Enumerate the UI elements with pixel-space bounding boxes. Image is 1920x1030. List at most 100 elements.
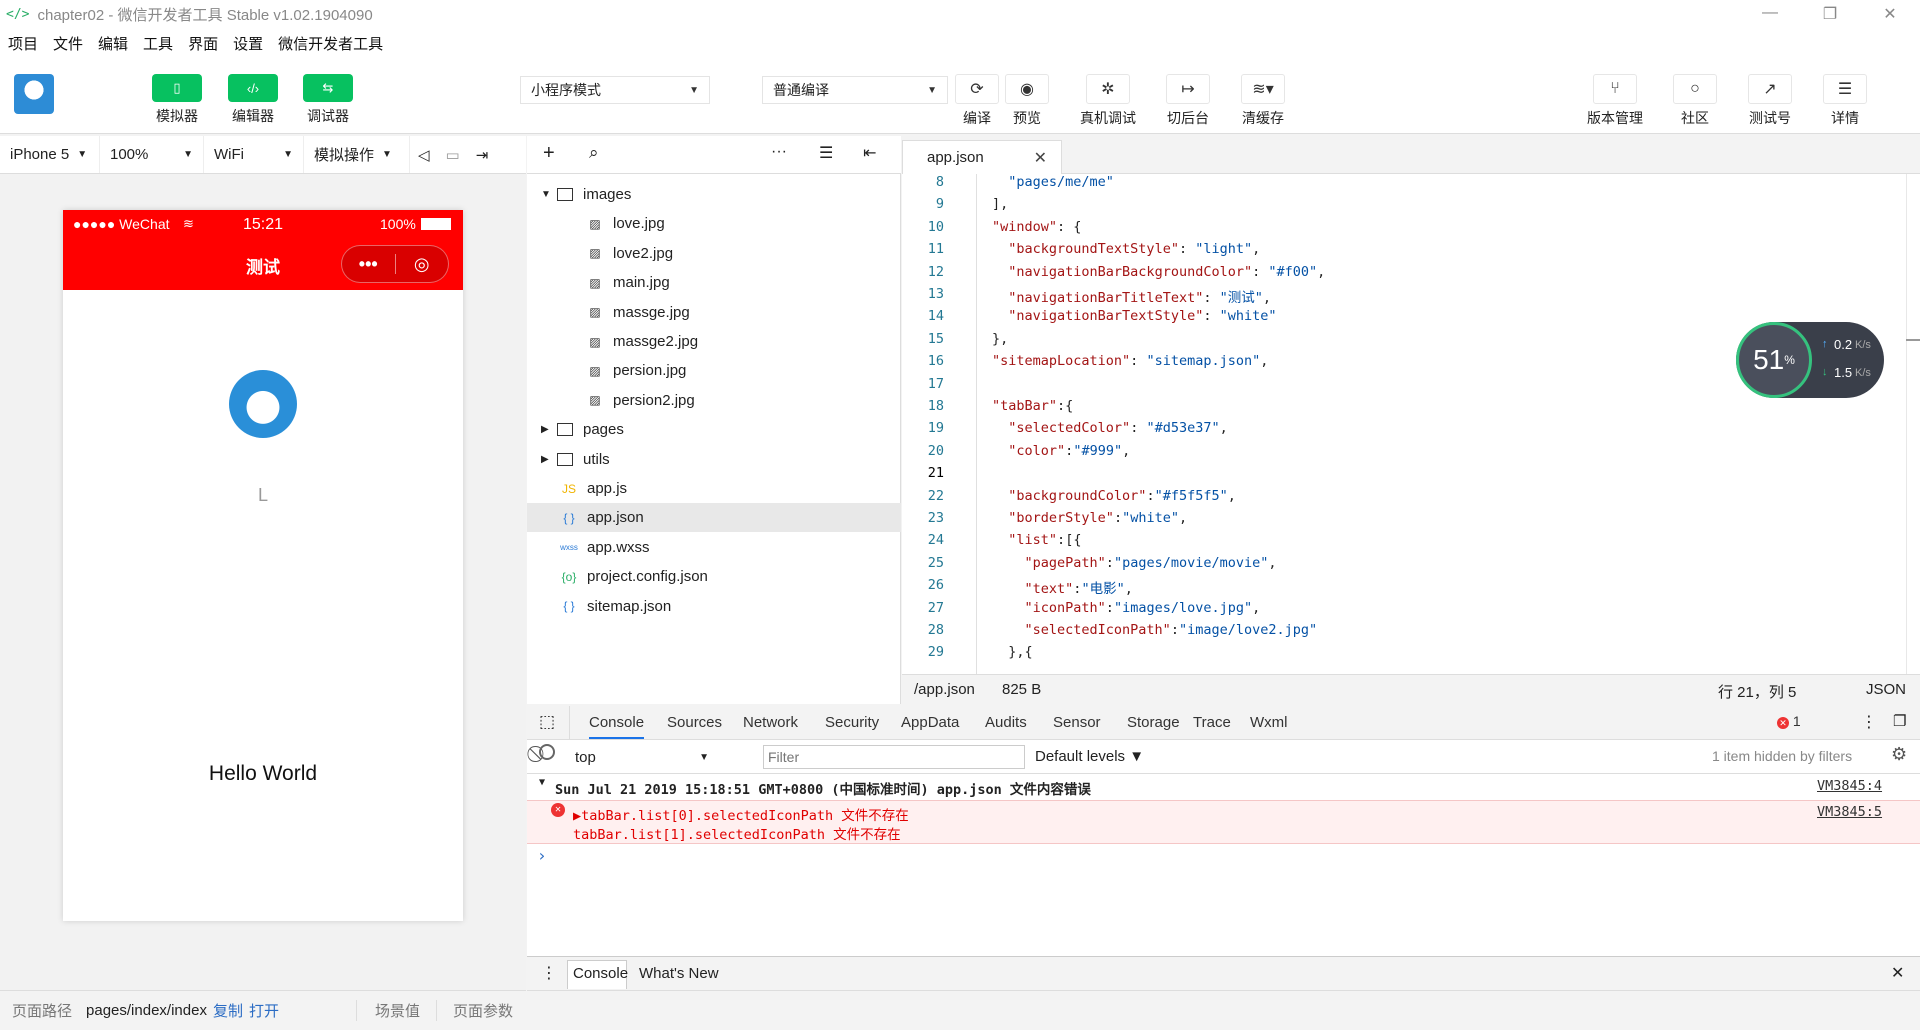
context-select[interactable]: top ▼ xyxy=(575,744,709,770)
menu-view[interactable]: 界面 xyxy=(188,33,218,54)
simulate-ops-select[interactable]: 模拟操作 ▼ xyxy=(304,136,410,173)
tree-item[interactable]: ▨ love.jpg xyxy=(527,209,901,238)
close-icon[interactable]: ✕ xyxy=(1034,148,1047,168)
simulator-toggle[interactable]: ▯ 模拟器 xyxy=(142,74,212,126)
background-button[interactable]: ↦ 切后台 xyxy=(1153,74,1223,128)
devtools-tab-trace[interactable]: Trace xyxy=(1193,714,1231,731)
clear-cache-button[interactable]: ≋▾ 清缓存 xyxy=(1228,74,1298,128)
community-button[interactable]: ○ 社区 xyxy=(1660,74,1730,128)
chevron-down-icon: ▼ xyxy=(77,149,88,160)
tree-item[interactable]: ▨ persion2.jpg xyxy=(527,386,901,415)
tree-item[interactable]: {o} project.config.json xyxy=(527,562,901,591)
menu-project[interactable]: 项目 xyxy=(8,33,38,54)
expand-triangle-icon[interactable]: ▼ xyxy=(539,777,545,788)
tree-item[interactable]: ▶ pages xyxy=(527,415,901,444)
close-button[interactable]: ✕ xyxy=(1860,4,1920,24)
devtools-tab-appdata[interactable]: AppData xyxy=(901,714,959,731)
editor-toggle[interactable]: ‹/› 编辑器 xyxy=(218,74,288,126)
console-output[interactable]: ▼ Sun Jul 21 2019 15:18:51 GMT+0800 (中国标… xyxy=(527,774,1920,956)
window-icon[interactable]: ▭ xyxy=(438,136,468,173)
version-button[interactable]: ⑂ 版本管理 xyxy=(1580,74,1650,128)
code-editor[interactable]: 8 "pages/me/me" 9], 10 "window": {11 "backg… xyxy=(902,174,1920,674)
more-icon[interactable]: ··· xyxy=(771,143,787,161)
maximize-button[interactable]: ❐ xyxy=(1800,4,1860,24)
zoom-select[interactable]: 100% ▼ xyxy=(100,136,204,173)
close-target-icon[interactable]: ◎ xyxy=(396,254,449,275)
tree-item[interactable]: ▨ massge.jpg xyxy=(527,298,901,327)
error-count-badge[interactable]: ✕ 1 xyxy=(1777,713,1801,729)
device-select[interactable]: iPhone 5 ▼ xyxy=(0,136,100,173)
add-icon[interactable]: + xyxy=(543,142,555,165)
code-line: 21 xyxy=(902,465,1920,487)
tree-item[interactable]: ▶ utils xyxy=(527,445,901,474)
sidebar-toggle-icon[interactable]: ⇤ xyxy=(863,143,876,163)
debug-switch-icon: ⇆ xyxy=(303,74,353,102)
scene-button[interactable]: 场景值 xyxy=(356,1000,420,1021)
menu-edit[interactable]: 编辑 xyxy=(98,33,128,54)
chevron-down-icon: ▼ xyxy=(183,149,193,160)
devtools-tab-security[interactable]: Security xyxy=(825,714,879,731)
minimize-button[interactable]: — xyxy=(1740,4,1800,24)
drawer-tab-console[interactable]: Console xyxy=(573,965,628,982)
details-button[interactable]: ☰ 详情 xyxy=(1810,74,1880,128)
code-text: "selectedColor": "#d53e37", xyxy=(1008,420,1228,437)
dock-side-icon[interactable]: ❐ xyxy=(1893,712,1906,730)
line-number: 15 xyxy=(927,330,944,347)
drawer-tab-whats-new[interactable]: What's New xyxy=(639,965,719,982)
page-params-button[interactable]: 页面参数 xyxy=(436,1000,513,1021)
tree-item[interactable]: wxss app.wxss xyxy=(527,533,901,562)
menu-devtools[interactable]: 微信开发者工具 xyxy=(278,33,383,54)
remote-debug-button[interactable]: ✲ 真机调试 xyxy=(1073,74,1143,128)
caret-right-icon: ▶ xyxy=(541,453,549,465)
devtools-more-icon[interactable]: ⋮ xyxy=(1861,712,1877,732)
compile-mode-select[interactable]: 普通编译 ▼ xyxy=(762,76,948,104)
close-drawer-icon[interactable]: ✕ xyxy=(1891,963,1904,983)
devtools-tab-network[interactable]: Network xyxy=(743,714,798,731)
menu-file[interactable]: 文件 xyxy=(53,33,83,54)
more-icon[interactable]: ••• xyxy=(342,254,395,275)
menu-settings[interactable]: 设置 xyxy=(233,33,263,54)
language-mode[interactable]: JSON xyxy=(1866,681,1906,698)
inspect-icon[interactable]: ⬚ xyxy=(539,712,555,732)
console-filter-input[interactable] xyxy=(763,745,1025,769)
volume-icon[interactable]: ◁ xyxy=(410,136,438,173)
tree-item[interactable]: JS app.js xyxy=(527,474,901,503)
copy-link[interactable]: 复制 xyxy=(213,1000,243,1021)
test-account-button[interactable]: ↗ 测试号 xyxy=(1735,74,1805,128)
chevron-down-icon: ▼ xyxy=(699,751,709,763)
gear-icon[interactable]: ⚙ xyxy=(1891,744,1907,765)
console-prompt[interactable]: › xyxy=(537,846,547,865)
devtools-tab-sensor[interactable]: Sensor xyxy=(1053,714,1101,731)
preview-button[interactable]: ◉ 预览 xyxy=(992,74,1062,128)
user-avatar[interactable] xyxy=(14,74,54,114)
devtools-tab-audits[interactable]: Audits xyxy=(985,714,1027,731)
error-source-link[interactable]: VM3845:5 xyxy=(1817,804,1882,820)
log-levels-select[interactable]: Default levels ▼ xyxy=(1035,748,1144,765)
mode-select[interactable]: 小程序模式 ▼ xyxy=(520,76,710,104)
devtools-tab-console[interactable]: Console xyxy=(589,714,645,739)
line-number: 25 xyxy=(927,554,944,571)
collapse-icon[interactable]: ☰ xyxy=(819,143,833,163)
line-number: 8 xyxy=(935,174,944,190)
search-icon[interactable]: ⌕ xyxy=(589,143,599,163)
detach-icon[interactable]: ⇥ xyxy=(468,136,497,173)
devtools-tab-wxml[interactable]: Wxml xyxy=(1250,714,1288,731)
tree-item[interactable]: ▨ love2.jpg xyxy=(527,239,901,268)
devtools-tab-storage[interactable]: Storage xyxy=(1127,714,1180,731)
menu-tools[interactable]: 工具 xyxy=(143,33,173,54)
tree-item[interactable]: ▨ main.jpg xyxy=(527,268,901,297)
tab-app-json[interactable]: app.json ✕ xyxy=(902,140,1062,174)
drawer-menu-icon[interactable]: ⋮ xyxy=(541,963,557,983)
tree-item[interactable]: { } sitemap.json xyxy=(527,592,901,621)
log-source-link[interactable]: VM3845:4 xyxy=(1817,778,1882,794)
network-select[interactable]: WiFi ▼ xyxy=(204,136,304,173)
debugger-toggle[interactable]: ⇆ 调试器 xyxy=(293,74,363,126)
tree-item[interactable]: ▼ images xyxy=(527,180,901,209)
tree-item[interactable]: ▨ persion.jpg xyxy=(527,356,901,385)
block-icon[interactable] xyxy=(539,744,555,760)
open-link[interactable]: 打开 xyxy=(249,1000,279,1021)
tree-item[interactable]: { } app.json xyxy=(527,503,901,533)
cursor-position[interactable]: 行 21，列 5 xyxy=(1718,681,1796,702)
tree-item[interactable]: ▨ massge2.jpg xyxy=(527,327,901,356)
devtools-tab-sources[interactable]: Sources xyxy=(667,714,722,731)
